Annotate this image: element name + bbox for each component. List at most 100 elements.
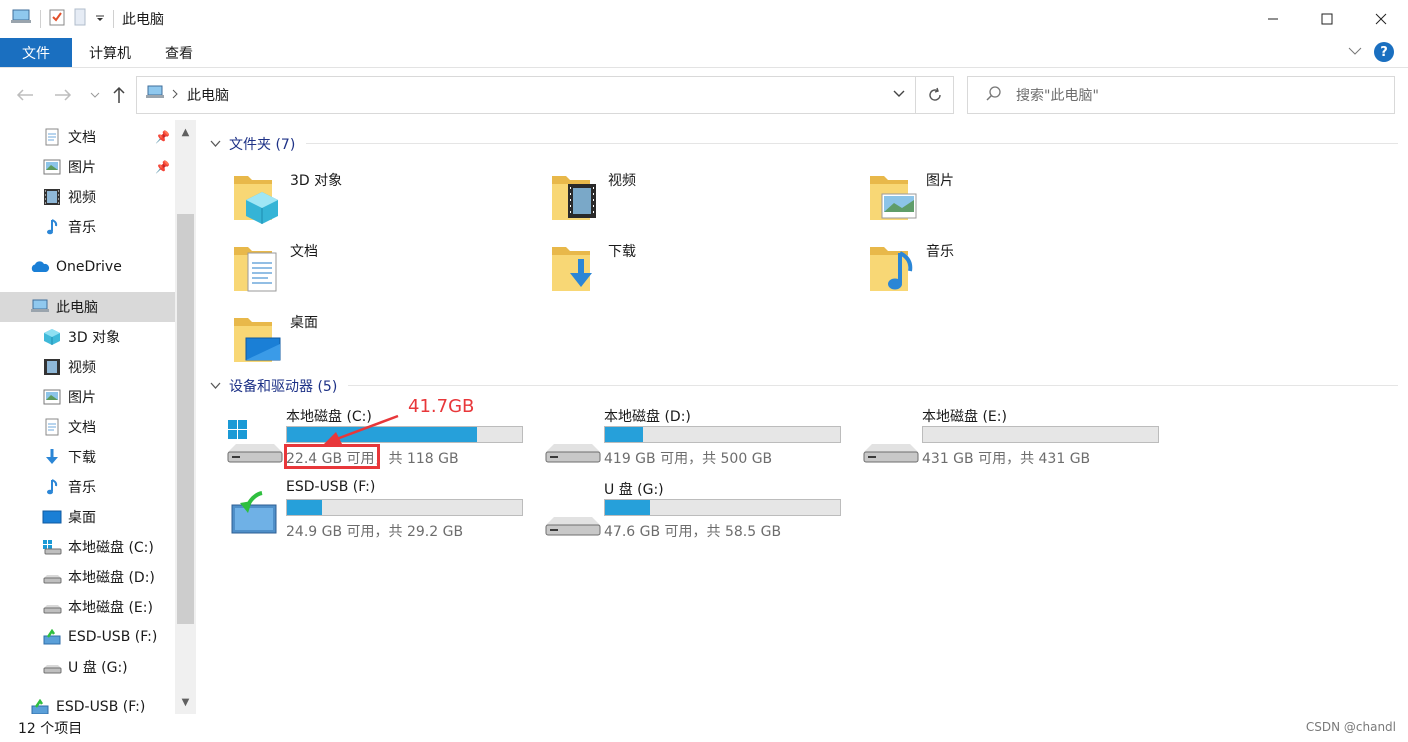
sidebar-item-pictures[interactable]: 图片 — [0, 382, 175, 412]
close-button[interactable] — [1354, 0, 1408, 38]
maximize-button[interactable] — [1300, 0, 1354, 38]
up-arrow-icon — [113, 86, 125, 103]
address-path[interactable]: 此电脑 — [187, 85, 229, 105]
sidebar-item-videos[interactable]: 视频 — [0, 352, 175, 382]
drive-usage-bar — [922, 426, 1159, 443]
folder-label: 3D 对象 — [290, 173, 343, 189]
new-folder-icon[interactable] — [73, 8, 87, 30]
folder-label: 视频 — [608, 173, 636, 189]
folder-downloads[interactable]: 下载 — [550, 241, 850, 305]
sidebar-item-drive-f[interactable]: ESD-USB (F:) — [0, 622, 175, 652]
drive-f[interactable]: ESD-USB (F:) 24.9 GB 可用，共 29.2 GB — [224, 479, 544, 543]
quick-access-toolbar — [10, 8, 114, 30]
refresh-button[interactable] — [916, 76, 954, 114]
devices-group-header[interactable]: 设备和驱动器 (5) — [210, 376, 337, 396]
folders-group-header[interactable]: 文件夹 (7) — [210, 134, 295, 154]
scroll-down-icon[interactable]: ▼ — [175, 692, 196, 712]
sidebar-item-drive-g[interactable]: U 盘 (G:) — [0, 652, 175, 682]
customize-toolbar-icon[interactable] — [95, 11, 105, 27]
drive-e[interactable]: 本地磁盘 (E:) 431 GB 可用，共 431 GB — [860, 406, 1180, 470]
toolbar-divider — [113, 10, 114, 28]
scrollbar-thumb[interactable] — [177, 214, 194, 624]
download-icon — [42, 447, 62, 467]
sidebar-item-drive-d[interactable]: 本地磁盘 (D:) — [0, 562, 175, 592]
sidebar-item-this-pc[interactable]: 此电脑 — [0, 292, 175, 322]
group-title: 设备和驱动器 (5) — [229, 379, 338, 395]
pin-icon[interactable]: 📌 — [155, 130, 170, 144]
group-divider — [348, 385, 1398, 386]
sidebar-item-label: 此电脑 — [56, 300, 98, 316]
sidebar-item-label: 音乐 — [68, 480, 96, 496]
sidebar-item-music[interactable]: 音乐 — [0, 472, 175, 502]
sidebar-item-downloads[interactable]: 下载 — [0, 442, 175, 472]
minimize-button[interactable] — [1246, 0, 1300, 38]
folder-music[interactable]: 音乐 — [868, 241, 1168, 305]
sidebar-item-music-quick[interactable]: 音乐 — [0, 212, 175, 242]
picture-folder-icon — [870, 176, 917, 220]
usb-drive-icon — [231, 491, 277, 534]
search-box[interactable]: 搜索"此电脑" — [967, 76, 1395, 114]
folder-pictures[interactable]: 图片 — [868, 170, 1168, 234]
sidebar-item-desktop[interactable]: 桌面 — [0, 502, 175, 532]
drive-usage-fill — [605, 500, 650, 515]
sidebar-scrollbar[interactable]: ▲ ▼ — [175, 120, 196, 714]
sidebar-item-usb-f[interactable]: ESD-USB (F:) — [0, 692, 175, 714]
video-icon — [42, 357, 62, 377]
folder-3d-objects[interactable]: 3D 对象 — [232, 170, 532, 234]
recent-locations-button[interactable] — [84, 84, 106, 106]
pin-icon[interactable]: 📌 — [155, 160, 170, 174]
sidebar-item-pictures-quick[interactable]: 图片 📌 — [0, 152, 175, 182]
scroll-up-icon[interactable]: ▲ — [175, 122, 196, 142]
forward-button[interactable] — [52, 84, 74, 106]
tab-computer[interactable]: 计算机 — [72, 38, 148, 67]
folder-documents[interactable]: 文档 — [232, 241, 532, 305]
drive-g[interactable]: U 盘 (G:) 47.6 GB 可用，共 58.5 GB — [542, 479, 862, 543]
sidebar-item-label: 图片 — [68, 390, 96, 406]
help-icon[interactable]: ? — [1374, 42, 1394, 62]
minimize-icon — [1268, 18, 1278, 20]
drive-free-space: 24.9 GB 可用，共 29.2 GB — [286, 524, 464, 540]
item-count: 12 个项目 — [18, 721, 83, 737]
maximize-icon — [1321, 13, 1333, 25]
onedrive-icon — [30, 257, 50, 277]
sidebar-item-onedrive[interactable]: OneDrive — [0, 252, 175, 282]
drive-usage-bar — [604, 499, 841, 516]
desktop-icon — [42, 507, 62, 527]
sidebar-item-drive-c[interactable]: 本地磁盘 (C:) — [0, 532, 175, 562]
drive-label: 本地磁盘 (E:) — [922, 409, 1007, 425]
sidebar-item-documents[interactable]: 文档 — [0, 412, 175, 442]
tab-view[interactable]: 查看 — [148, 38, 210, 67]
tab-file[interactable]: 文件 — [0, 38, 72, 67]
ribbon-right-controls: ? — [1348, 42, 1394, 62]
back-button[interactable] — [14, 84, 36, 106]
sidebar-item-drive-e[interactable]: 本地磁盘 (E:) — [0, 592, 175, 622]
address-dropdown-icon[interactable] — [893, 87, 905, 103]
drive-icon — [545, 517, 601, 536]
sidebar-item-documents-quick[interactable]: 文档 📌 — [0, 122, 175, 152]
sidebar-item-3d-objects[interactable]: 3D 对象 — [0, 322, 175, 352]
folder-desktop[interactable]: 桌面 — [232, 312, 532, 376]
folder-label: 文档 — [290, 244, 318, 260]
sidebar-item-label: 本地磁盘 (D:) — [68, 570, 155, 586]
document-icon — [42, 127, 62, 147]
title-bar: 此电脑 — [0, 0, 1408, 38]
music-folder-icon — [870, 247, 913, 291]
refresh-icon — [928, 87, 941, 101]
up-button[interactable] — [108, 84, 130, 106]
properties-icon[interactable] — [49, 8, 65, 30]
drive-d[interactable]: 本地磁盘 (D:) 419 GB 可用，共 500 GB — [542, 406, 862, 470]
usb-drive-icon — [30, 697, 50, 714]
drive-icon — [42, 567, 62, 587]
usb-drive-icon — [42, 627, 62, 647]
this-pc-icon — [145, 85, 165, 105]
drive-icon — [863, 444, 919, 463]
expand-ribbon-icon[interactable] — [1348, 44, 1362, 60]
annotation-label: 41.7GB — [408, 396, 475, 417]
sidebar-item-label: OneDrive — [56, 259, 122, 275]
drive-free-space: 47.6 GB 可用，共 58.5 GB — [604, 524, 782, 540]
address-bar[interactable]: 此电脑 — [136, 76, 916, 114]
breadcrumb-separator-icon[interactable] — [171, 87, 179, 103]
sidebar-item-videos-quick[interactable]: 视频 — [0, 182, 175, 212]
folder-label: 桌面 — [290, 315, 318, 331]
folder-videos[interactable]: 视频 — [550, 170, 850, 234]
